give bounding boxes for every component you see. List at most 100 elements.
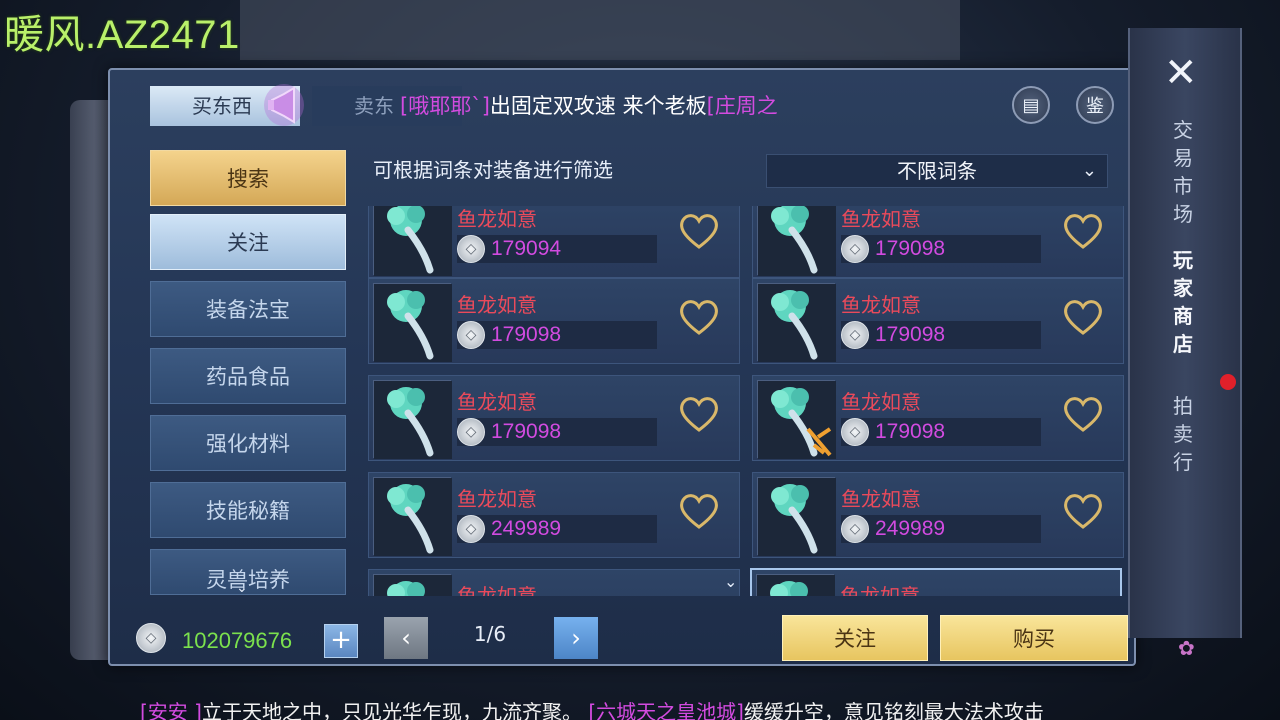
buy-button[interactable]: 购买 bbox=[940, 615, 1128, 661]
add-currency-button[interactable]: + bbox=[324, 624, 358, 658]
item-card[interactable]: 鱼龙如意 ◇ 179098 bbox=[368, 375, 740, 461]
item-price: 179098 bbox=[875, 323, 946, 346]
heart-icon[interactable] bbox=[1061, 211, 1105, 251]
item-name: 鱼龙如意 bbox=[457, 207, 537, 231]
heart-icon[interactable] bbox=[677, 211, 721, 251]
filter-label: 可根据词条对装备进行筛选 bbox=[373, 158, 613, 182]
item-name: 鱼龙如意 bbox=[841, 207, 921, 231]
ruyi-item-icon bbox=[757, 206, 836, 276]
price-bar: ◇ 179098 bbox=[457, 321, 657, 349]
ticker-next-sender: [庄周之 bbox=[706, 94, 778, 118]
price-bar: ◇ 179098 bbox=[841, 418, 1041, 446]
chevron-down-icon: ⌄ bbox=[236, 580, 248, 596]
price-bar: ◇ 179098 bbox=[457, 418, 657, 446]
sidebar-item-follow[interactable]: 关注 bbox=[150, 214, 346, 270]
ticker-message: 出固定双攻速 来个老板 bbox=[489, 94, 707, 118]
item-card[interactable]: 鱼龙如意 ◇ 249989 bbox=[368, 472, 740, 558]
item-grid: 鱼龙如意 ◇ 179094 鱼龙如意 ◇ 179098 鱼龙如意 ◇ 179098 鱼… bbox=[366, 206, 1130, 596]
menu-item-market[interactable]: 交易市场 bbox=[1168, 116, 1198, 228]
broadcast-ticker: [哦耶耶`]出固定双攻速 来个老板[庄周之 bbox=[400, 88, 840, 124]
coin-icon: ◇ bbox=[841, 515, 869, 543]
follow-button[interactable]: 关注 bbox=[782, 615, 928, 661]
heart-icon[interactable] bbox=[677, 297, 721, 337]
heart-icon[interactable] bbox=[677, 394, 721, 434]
heart-icon[interactable] bbox=[1061, 394, 1105, 434]
chat-sender-2: [六城天之皇池城] bbox=[588, 700, 744, 720]
price-bar: ◇ 179098 bbox=[841, 321, 1041, 349]
chat-sender: [安安 ] bbox=[140, 700, 202, 720]
menu-item-player-shop[interactable]: 玩家商店 bbox=[1168, 246, 1198, 358]
ruyi-item-icon bbox=[757, 477, 836, 556]
sidebar-item-skills[interactable]: 技能秘籍 bbox=[150, 482, 346, 538]
sidebar-item-equipment[interactable]: 装备法宝 bbox=[150, 281, 346, 337]
page-indicator: 1/6 bbox=[473, 622, 507, 646]
chat-text-2: 缓缓升空，意见铭刻最大法术攻击 bbox=[743, 700, 1044, 720]
coin-icon: ◇ bbox=[841, 321, 869, 349]
item-card[interactable]: 鱼龙如意 ◇ 179098 bbox=[368, 278, 740, 364]
coin-icon: ◇ bbox=[841, 418, 869, 446]
heart-icon[interactable] bbox=[677, 491, 721, 531]
appraise-button[interactable]: 鉴 bbox=[1076, 86, 1114, 124]
close-icon[interactable]: ✕ bbox=[1164, 50, 1198, 96]
item-card[interactable]: 鱼龙如意 bbox=[368, 569, 740, 596]
price-bar: ◇ 179098 bbox=[841, 235, 1041, 263]
item-name: 鱼龙如意 bbox=[457, 487, 537, 511]
background-top-banner bbox=[240, 0, 960, 60]
sidebar-item-medicine[interactable]: 药品食品 bbox=[150, 348, 346, 404]
ruyi-item-icon bbox=[756, 574, 835, 596]
item-name: 鱼龙如意 bbox=[841, 390, 921, 414]
item-name: 鱼龙如意 bbox=[457, 293, 537, 317]
coin-icon: ◇ bbox=[841, 235, 869, 263]
item-price: 179094 bbox=[491, 237, 562, 260]
prev-page-button[interactable]: ‹ bbox=[384, 617, 428, 659]
megaphone-icon bbox=[262, 82, 306, 128]
item-name: 鱼龙如意 bbox=[457, 390, 537, 414]
item-price: 179098 bbox=[875, 237, 946, 260]
ruyi-item-icon bbox=[373, 206, 452, 276]
ruyi-item-icon bbox=[373, 477, 452, 556]
item-name: 鱼龙如意 bbox=[841, 293, 921, 317]
item-price: 179098 bbox=[491, 323, 562, 346]
item-price: 249989 bbox=[491, 517, 562, 540]
chevron-down-icon: ⌄ bbox=[724, 572, 738, 591]
affix-filter-value: 不限词条 bbox=[897, 159, 977, 183]
heart-icon[interactable] bbox=[1061, 297, 1105, 337]
coin-icon: ◇ bbox=[457, 515, 485, 543]
heart-icon[interactable] bbox=[1061, 491, 1105, 531]
chevron-down-icon: ⌄ bbox=[1081, 160, 1097, 181]
affix-filter-select[interactable]: 不限词条 ⌄ bbox=[766, 154, 1108, 188]
item-name: 鱼龙如意 bbox=[841, 487, 921, 511]
item-card[interactable]: 鱼龙如意 ◇ 179098 bbox=[752, 206, 1124, 278]
item-price: 179098 bbox=[491, 420, 562, 443]
coin-icon: ◇ bbox=[457, 321, 485, 349]
item-card-selected[interactable]: 鱼龙如意 bbox=[750, 568, 1122, 596]
coin-icon: ◇ bbox=[457, 418, 485, 446]
price-bar: ◇ 249989 bbox=[457, 515, 657, 543]
ruyi-item-icon bbox=[757, 283, 836, 362]
item-card[interactable]: 鱼龙如意 ◇ 179094 bbox=[368, 206, 740, 278]
coin-icon: ◇ bbox=[457, 235, 485, 263]
item-price: 179098 bbox=[875, 420, 946, 443]
chat-line: [安安 ]立于天地之中，只见光华乍现，九流齐聚。 [六城天之皇池城]缓缓升空，意… bbox=[140, 700, 1130, 720]
ruyi-item-icon bbox=[757, 380, 836, 459]
item-card[interactable]: 鱼龙如意 ◇ 179098 bbox=[752, 278, 1124, 364]
ruyi-item-icon bbox=[373, 380, 452, 459]
menu-item-auction[interactable]: 拍卖行 bbox=[1168, 392, 1198, 476]
item-name: 鱼龙如意 bbox=[457, 584, 537, 596]
coin-icon: ◇ bbox=[136, 623, 166, 653]
watermark: 暖风.AZ2471 bbox=[4, 13, 240, 57]
price-bar: ◇ 249989 bbox=[841, 515, 1041, 543]
next-page-button[interactable]: › bbox=[554, 617, 598, 659]
item-card[interactable]: 鱼龙如意 ◇ 179098 bbox=[752, 375, 1124, 461]
ruyi-item-icon bbox=[373, 283, 452, 362]
search-history-icon[interactable]: ▤ bbox=[1012, 86, 1050, 124]
wallet-balance: 102079676 bbox=[182, 628, 293, 653]
notification-dot bbox=[1220, 374, 1236, 390]
tassel-ornament: ✿ bbox=[1178, 636, 1195, 660]
chat-text: 立于天地之中，只见光华乍现，九流齐聚。 bbox=[201, 700, 582, 720]
item-price: 249989 bbox=[875, 517, 946, 540]
sidebar-item-search[interactable]: 搜索 bbox=[150, 150, 346, 206]
ruyi-item-icon bbox=[373, 574, 452, 596]
item-card[interactable]: 鱼龙如意 ◇ 249989 bbox=[752, 472, 1124, 558]
sidebar-item-materials[interactable]: 强化材料 bbox=[150, 415, 346, 471]
